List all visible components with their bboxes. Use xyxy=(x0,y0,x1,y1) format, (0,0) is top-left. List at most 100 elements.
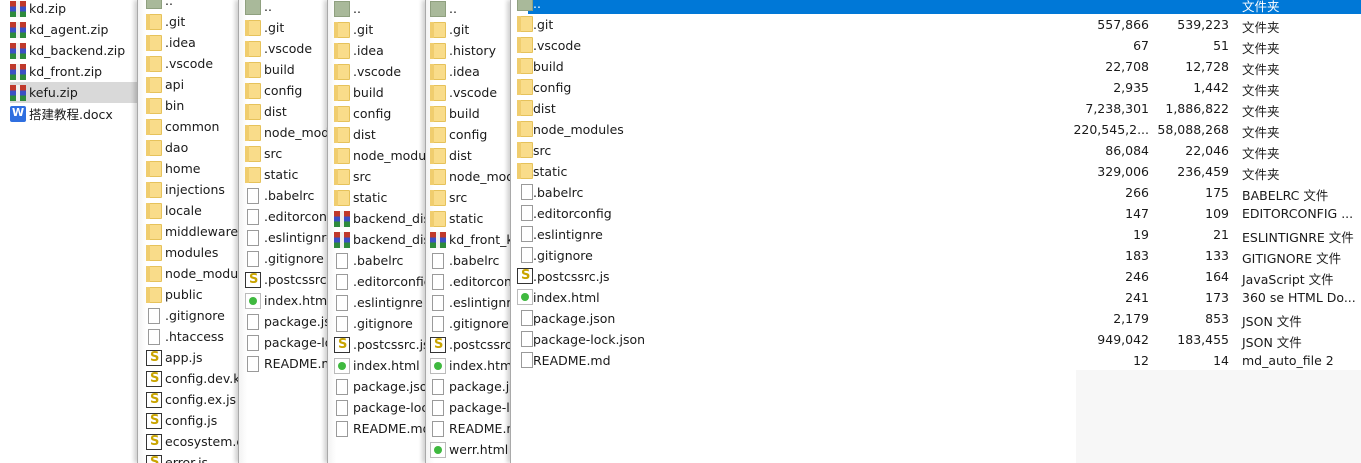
file-table-row[interactable]: .eslintignre 19 21 ESLINTIGNRE 文件 xyxy=(511,224,1361,245)
file-table-row[interactable]: static 329,006 236,459 文件夹 xyxy=(511,161,1361,182)
file-list-item[interactable]: .babelrc xyxy=(245,185,328,206)
file-list-item[interactable]: .postcssrc.js xyxy=(430,334,511,355)
file-table-row[interactable]: dist 7,238,301 1,886,822 文件夹 xyxy=(511,98,1361,119)
file-list-item[interactable]: kefu.zip xyxy=(10,82,137,103)
file-list-item[interactable]: package.json xyxy=(245,311,328,332)
file-list-item[interactable]: package-lock.json xyxy=(245,332,328,353)
file-list-item[interactable]: node_modules xyxy=(146,263,238,284)
file-table-row[interactable]: .babelrc 266 175 BABELRC 文件 xyxy=(511,182,1361,203)
file-list-item[interactable]: README.md xyxy=(430,418,511,439)
file-list-item[interactable]: .babelrc xyxy=(430,250,511,271)
file-list-item[interactable]: index.html xyxy=(430,355,511,376)
file-list-item[interactable]: .gitignore xyxy=(245,248,328,269)
file-list-item[interactable]: public xyxy=(146,284,238,305)
file-list-item[interactable]: build xyxy=(245,59,328,80)
file-list-item[interactable]: kd.zip xyxy=(10,0,137,19)
file-list-item[interactable]: build xyxy=(430,103,511,124)
file-table-row[interactable]: src 86,084 22,046 文件夹 xyxy=(511,140,1361,161)
file-list-item[interactable]: kd_front_k xyxy=(430,229,511,250)
file-list-item[interactable]: backend_dist xyxy=(334,208,426,229)
file-list-item[interactable]: .htaccess xyxy=(146,326,238,347)
file-table-row[interactable]: README.md 12 14 md_auto_file 2 xyxy=(511,350,1361,371)
file-list-item[interactable]: common xyxy=(146,116,238,137)
file-table-row[interactable]: package-lock.json 949,042 183,455 JSON 文件 xyxy=(511,329,1361,350)
file-list-item[interactable]: README.md xyxy=(245,353,328,374)
file-list-item[interactable]: .babelrc xyxy=(334,250,426,271)
file-list-item[interactable]: bin xyxy=(146,95,238,116)
file-list-item[interactable]: static xyxy=(430,208,511,229)
file-list-item[interactable]: .git xyxy=(146,11,238,32)
file-list-item[interactable]: injections xyxy=(146,179,238,200)
file-list-item[interactable]: .. xyxy=(146,0,238,11)
file-list-item[interactable]: kd_front.zip xyxy=(10,61,137,82)
file-table-row[interactable]: .editorconfig 147 109 EDITORCONFIG ... xyxy=(511,203,1361,224)
file-list-item[interactable]: .vscode xyxy=(146,53,238,74)
file-list-item[interactable]: .postcssrc.js xyxy=(334,334,426,355)
file-list-item[interactable]: 搭建教程.docx xyxy=(10,103,137,124)
file-list-item[interactable]: middlewares xyxy=(146,221,238,242)
file-list-item[interactable]: README.md xyxy=(334,418,426,439)
file-list-item[interactable]: dao xyxy=(146,137,238,158)
file-list-item[interactable]: config xyxy=(245,80,328,101)
file-list-item[interactable]: .git xyxy=(334,19,426,40)
file-list-item[interactable]: .. xyxy=(334,0,426,19)
file-list-item[interactable]: .git xyxy=(430,19,511,40)
file-list-item[interactable]: .history xyxy=(430,40,511,61)
file-list-item[interactable]: build xyxy=(334,82,426,103)
file-list-item[interactable]: .. xyxy=(430,0,511,19)
file-list-item[interactable]: .idea xyxy=(146,32,238,53)
file-list-item[interactable]: app.js xyxy=(146,347,238,368)
file-list-item[interactable]: backend_dist xyxy=(334,229,426,250)
file-list-item[interactable]: index.html xyxy=(334,355,426,376)
file-list-item[interactable]: .eslintignre xyxy=(334,292,426,313)
file-list-item[interactable]: modules xyxy=(146,242,238,263)
file-list-item[interactable]: package.json xyxy=(334,376,426,397)
file-list-item[interactable]: src xyxy=(430,187,511,208)
file-list-item[interactable]: src xyxy=(245,143,328,164)
file-list-item[interactable]: kd_backend.zip xyxy=(10,40,137,61)
file-list-item[interactable]: ecosystem.co xyxy=(146,431,238,452)
file-table-row[interactable]: .git 557,866 539,223 文件夹 xyxy=(511,14,1361,35)
file-list-item[interactable]: node_modules xyxy=(245,122,328,143)
file-list-item[interactable]: config.dev.kd xyxy=(146,368,238,389)
file-table-row[interactable]: build 22,708 12,728 文件夹 xyxy=(511,56,1361,77)
file-list-item[interactable]: home xyxy=(146,158,238,179)
file-list-item[interactable]: .git xyxy=(245,17,328,38)
file-list-item[interactable]: node_modules xyxy=(334,145,426,166)
file-table-row[interactable]: package.json 2,179 853 JSON 文件 xyxy=(511,308,1361,329)
file-list-item[interactable]: src xyxy=(334,166,426,187)
file-list-item[interactable]: .vscode xyxy=(430,82,511,103)
file-list-item[interactable]: .. xyxy=(245,0,328,17)
file-list-item[interactable]: kd_agent.zip xyxy=(10,19,137,40)
file-list-item[interactable]: package-lock xyxy=(430,397,511,418)
file-list-item[interactable]: dist xyxy=(334,124,426,145)
file-list-item[interactable]: dist xyxy=(245,101,328,122)
file-list-item[interactable]: package.json xyxy=(430,376,511,397)
file-list-item[interactable]: package-lock xyxy=(334,397,426,418)
file-list-item[interactable]: .editorconfig xyxy=(334,271,426,292)
file-list-item[interactable]: .gitignore xyxy=(430,313,511,334)
file-list-item[interactable]: .gitignore xyxy=(334,313,426,334)
file-list-item[interactable]: api xyxy=(146,74,238,95)
file-list-item[interactable]: dist xyxy=(430,145,511,166)
file-list-item[interactable]: .eslintignre xyxy=(245,227,328,248)
file-list-item[interactable]: .postcssrc.js xyxy=(245,269,328,290)
file-list-item[interactable]: index.html xyxy=(245,290,328,311)
file-list-item[interactable]: .editorconfig xyxy=(245,206,328,227)
file-list-item[interactable]: .vscode xyxy=(334,61,426,82)
file-list-item[interactable]: werr.html xyxy=(430,439,511,460)
file-list-item[interactable]: locale xyxy=(146,200,238,221)
file-list-item[interactable]: .idea xyxy=(430,61,511,82)
file-table-row[interactable]: .postcssrc.js 246 164 JavaScript 文件 xyxy=(511,266,1361,287)
file-list-item[interactable]: config.ex.js xyxy=(146,389,238,410)
file-list-item[interactable]: .idea xyxy=(334,40,426,61)
file-list-item[interactable]: .editorconfig xyxy=(430,271,511,292)
file-table-row[interactable]: .. 文件夹 xyxy=(511,0,1361,14)
file-list-item[interactable]: config.js xyxy=(146,410,238,431)
file-list-item[interactable]: .gitignore xyxy=(146,305,238,326)
file-table-row[interactable]: node_modules 220,545,2... 58,088,268 文件夹 xyxy=(511,119,1361,140)
file-list-item[interactable]: config xyxy=(334,103,426,124)
file-list-item[interactable]: .vscode xyxy=(245,38,328,59)
file-list-item[interactable]: .eslintignre xyxy=(430,292,511,313)
file-table-row[interactable]: index.html 241 173 360 se HTML Do... xyxy=(511,287,1361,308)
